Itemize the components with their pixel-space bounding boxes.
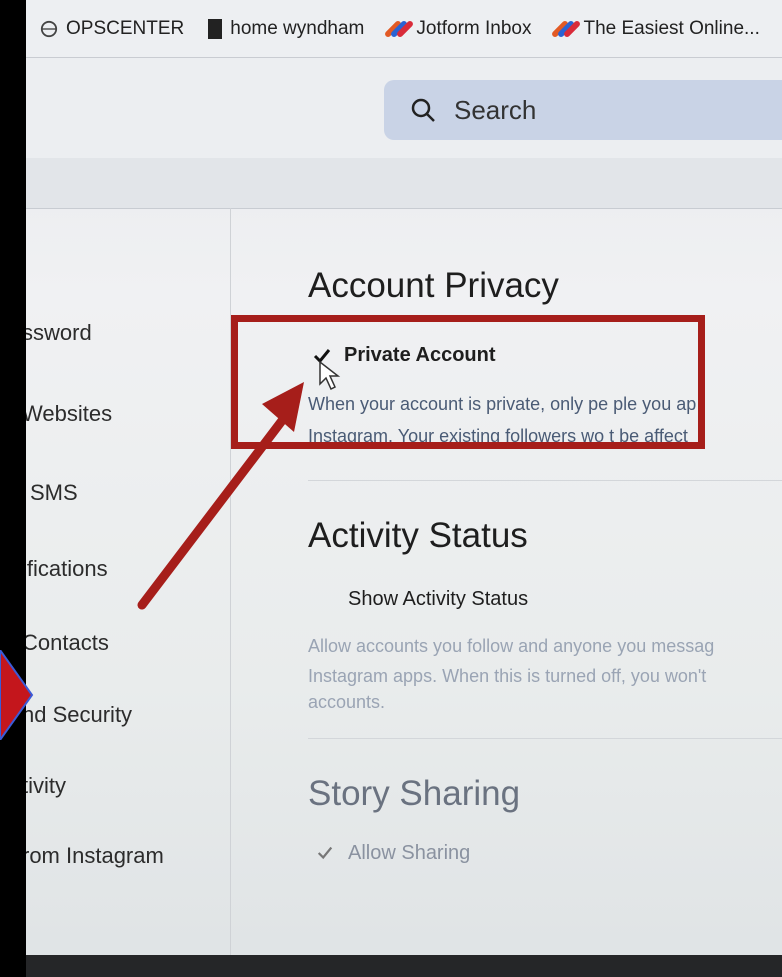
sidebar-item-privacy-security[interactable]: nd Security: [26, 702, 132, 728]
show-activity-status-label: Show Activity Status: [348, 588, 529, 610]
activity-desc-line3: accounts.: [308, 692, 386, 712]
settings-sidebar: ssword Websites SMS ifications Contacts …: [26, 208, 231, 977]
monitor-bezel: [0, 0, 26, 977]
story-sharing-heading: Story Sharing: [308, 774, 521, 813]
sidebar-item-activity[interactable]: tivity: [26, 773, 66, 799]
bookmark-label: OPSCENTER: [66, 17, 185, 39]
taskbar-edge: [26, 955, 782, 977]
bookmark-label: home wyndham: [230, 17, 365, 39]
globe-icon: [40, 20, 58, 37]
checkmark-icon[interactable]: [316, 844, 336, 864]
page-header: Search: [26, 58, 782, 159]
search-icon: [411, 98, 435, 122]
mouse-cursor-icon: [319, 360, 341, 391]
activity-status-heading: Activity Status: [308, 516, 528, 555]
bookmark-jotform-inbox[interactable]: Jotform Inbox: [384, 17, 532, 40]
bookmark-opscenter[interactable]: OPSCENTER: [40, 18, 184, 40]
bookmark-home-wyndham[interactable]: home wyndham: [208, 18, 364, 40]
bookmark-label: Jotform Inbox: [416, 17, 532, 39]
allow-sharing-label: Allow Sharing: [348, 842, 471, 864]
sidebar-item-password[interactable]: ssword: [26, 320, 92, 346]
sidebar-item-contacts[interactable]: Contacts: [26, 630, 109, 656]
jotform-icon: [384, 19, 415, 39]
sub-header-bar: [26, 158, 782, 209]
jotform-icon: [551, 19, 582, 39]
sidebar-item-sms[interactable]: SMS: [30, 480, 78, 506]
bookmark-easiest-online[interactable]: The Easiest Online...: [551, 17, 760, 40]
annotation-marker-icon: [0, 650, 34, 740]
sidebar-item-notifications[interactable]: ifications: [26, 556, 108, 582]
search-input[interactable]: Search: [384, 80, 782, 140]
bookmark-label: The Easiest Online...: [583, 17, 760, 39]
section-divider: [308, 738, 782, 739]
sidebar-item-from-instagram[interactable]: rom Instagram: [26, 843, 164, 869]
sidebar-item-websites[interactable]: Websites: [26, 401, 112, 427]
account-privacy-heading: Account Privacy: [308, 266, 559, 305]
annotation-highlight-box: [231, 315, 705, 449]
building-icon: [208, 18, 223, 39]
activity-desc-line1: Allow accounts you follow and anyone you…: [308, 636, 715, 656]
browser-screen: OPSCENTER home wyndham Jotform Inbox The…: [26, 0, 782, 977]
section-divider: [308, 480, 782, 481]
search-placeholder: Search: [454, 94, 537, 125]
show-activity-status-option[interactable]: Show Activity Status: [348, 588, 528, 611]
allow-sharing-option[interactable]: Allow Sharing: [316, 842, 470, 865]
bookmarks-bar: OPSCENTER home wyndham Jotform Inbox The…: [26, 0, 782, 58]
